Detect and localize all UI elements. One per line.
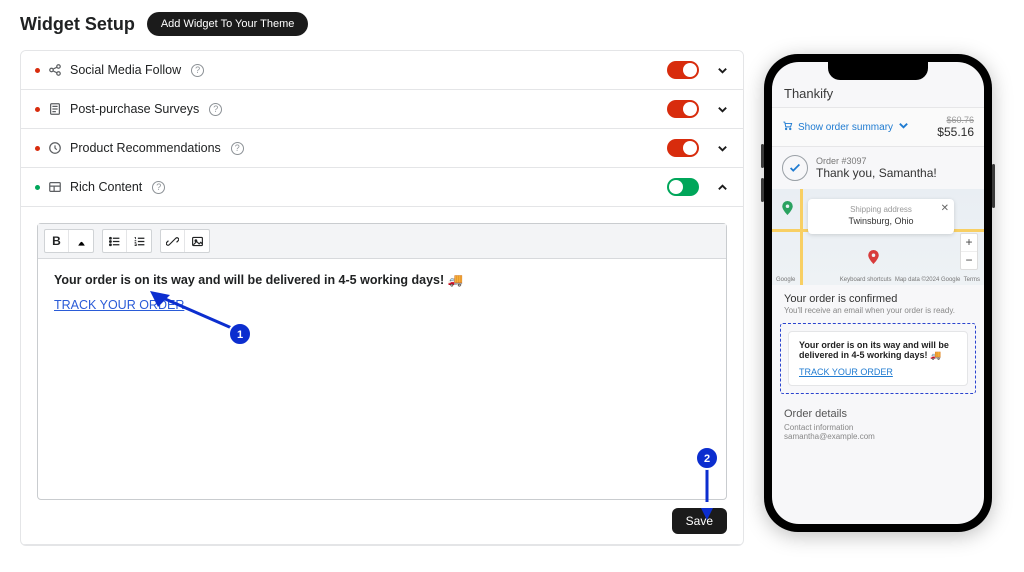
widget-list: Social Media Follow ? Post-purchase Surv…	[20, 50, 744, 546]
order-details-section: Order details Contact information samant…	[772, 402, 984, 447]
accordion-label: Social Media Follow	[70, 63, 181, 77]
bold-button[interactable]: B	[45, 230, 69, 252]
toggle-social-media[interactable]	[667, 61, 699, 79]
status-dot	[35, 68, 40, 73]
layout-icon	[48, 180, 62, 194]
accordion-surveys[interactable]: Post-purchase Surveys ?	[21, 90, 743, 129]
clock-icon	[48, 141, 62, 155]
svg-text:1: 1	[237, 329, 243, 341]
share-icon	[48, 63, 62, 77]
chevron-down-icon[interactable]	[715, 141, 729, 155]
confirmed-heading: Your order is confirmed	[784, 293, 972, 305]
editor-line1: Your order is on its way and will be del…	[54, 273, 710, 288]
accordion-recommendations[interactable]: Product Recommendations ?	[21, 129, 743, 168]
help-icon[interactable]: ?	[152, 181, 165, 194]
thank-you-section: Order #3097 Thank you, Samantha!	[772, 147, 984, 189]
contact-value: samantha@example.com	[784, 432, 972, 441]
color-button[interactable]	[69, 230, 93, 252]
rich-content-card: Your order is on its way and will be del…	[788, 331, 968, 386]
chevron-up-icon[interactable]	[715, 180, 729, 194]
status-dot	[35, 107, 40, 112]
toggle-surveys[interactable]	[667, 100, 699, 118]
map-zoom-controls[interactable]: +−	[960, 233, 978, 270]
pin-icon	[868, 250, 879, 267]
phone-frame: Thankify Show order summary $60.76 $55.1…	[764, 54, 992, 532]
thank-you-text: Thank you, Samantha!	[816, 166, 937, 180]
confirmed-sub: You'll receive an email when your order …	[784, 306, 972, 315]
page-header: Widget Setup Add Widget To Your Theme	[20, 12, 744, 36]
accordion-social-media[interactable]: Social Media Follow ?	[21, 51, 743, 90]
shipping-value: Twinsburg, Ohio	[814, 216, 948, 226]
rich-content-body: B	[21, 207, 743, 545]
close-icon[interactable]: ✕	[941, 203, 949, 214]
details-heading: Order details	[784, 408, 972, 420]
track-order-link-preview[interactable]: TRACK YOUR ORDER	[799, 367, 893, 377]
confirmed-section: Your order is confirmed You'll receive a…	[772, 291, 984, 315]
link-button[interactable]	[161, 230, 185, 252]
contact-label: Contact information	[784, 423, 972, 432]
editor-content[interactable]: Your order is on its way and will be del…	[38, 259, 726, 499]
page-title: Widget Setup	[20, 14, 135, 35]
shipping-heading: Shipping address	[814, 205, 948, 214]
toggle-recommendations[interactable]	[667, 139, 699, 157]
shipping-card: ✕ Shipping address Twinsburg, Ohio	[808, 199, 954, 234]
chevron-down-icon[interactable]	[715, 63, 729, 77]
save-button[interactable]: Save	[672, 508, 727, 534]
summary-label: Show order summary	[798, 122, 893, 133]
map-attribution: Google Keyboard shortcuts Map data ©2024…	[776, 277, 980, 283]
preview-panel: Thankify Show order summary $60.76 $55.1…	[764, 12, 1004, 546]
rich-line: Your order is on its way and will be del…	[799, 340, 957, 361]
accordion-rich-content[interactable]: Rich Content ?	[21, 168, 743, 207]
accordion-label: Post-purchase Surveys	[70, 102, 199, 116]
track-order-link[interactable]: TRACK YOUR ORDER	[54, 298, 184, 312]
order-number: Order #3097	[816, 156, 937, 166]
ordered-list-button[interactable]	[127, 230, 151, 252]
rich-text-editor: B	[37, 223, 727, 500]
check-icon	[782, 155, 808, 181]
chevron-down-icon[interactable]	[715, 102, 729, 116]
form-icon	[48, 102, 62, 116]
chevron-down-icon	[898, 120, 909, 134]
unordered-list-button[interactable]	[103, 230, 127, 252]
price: $55.16	[937, 125, 974, 139]
status-dot	[35, 146, 40, 151]
old-price: $60.76	[937, 115, 974, 125]
help-icon[interactable]: ?	[209, 103, 222, 116]
image-button[interactable]	[185, 230, 209, 252]
accordion-label: Rich Content	[70, 180, 142, 194]
order-summary-row[interactable]: Show order summary $60.76 $55.16	[772, 107, 984, 147]
editor-toolbar: B	[38, 224, 726, 259]
help-icon[interactable]: ?	[191, 64, 204, 77]
rich-content-highlight: Your order is on its way and will be del…	[780, 323, 976, 394]
cart-icon	[782, 120, 793, 134]
preview-map: ✕ Shipping address Twinsburg, Ohio +− Go…	[772, 189, 984, 285]
pin-icon	[782, 201, 793, 218]
status-dot	[35, 185, 40, 190]
accordion-label: Product Recommendations	[70, 141, 221, 155]
phone-notch	[828, 62, 928, 80]
toggle-rich-content[interactable]	[667, 178, 699, 196]
help-icon[interactable]: ?	[231, 142, 244, 155]
phone-screen: Thankify Show order summary $60.76 $55.1…	[772, 62, 984, 524]
add-widget-button[interactable]: Add Widget To Your Theme	[147, 12, 309, 36]
